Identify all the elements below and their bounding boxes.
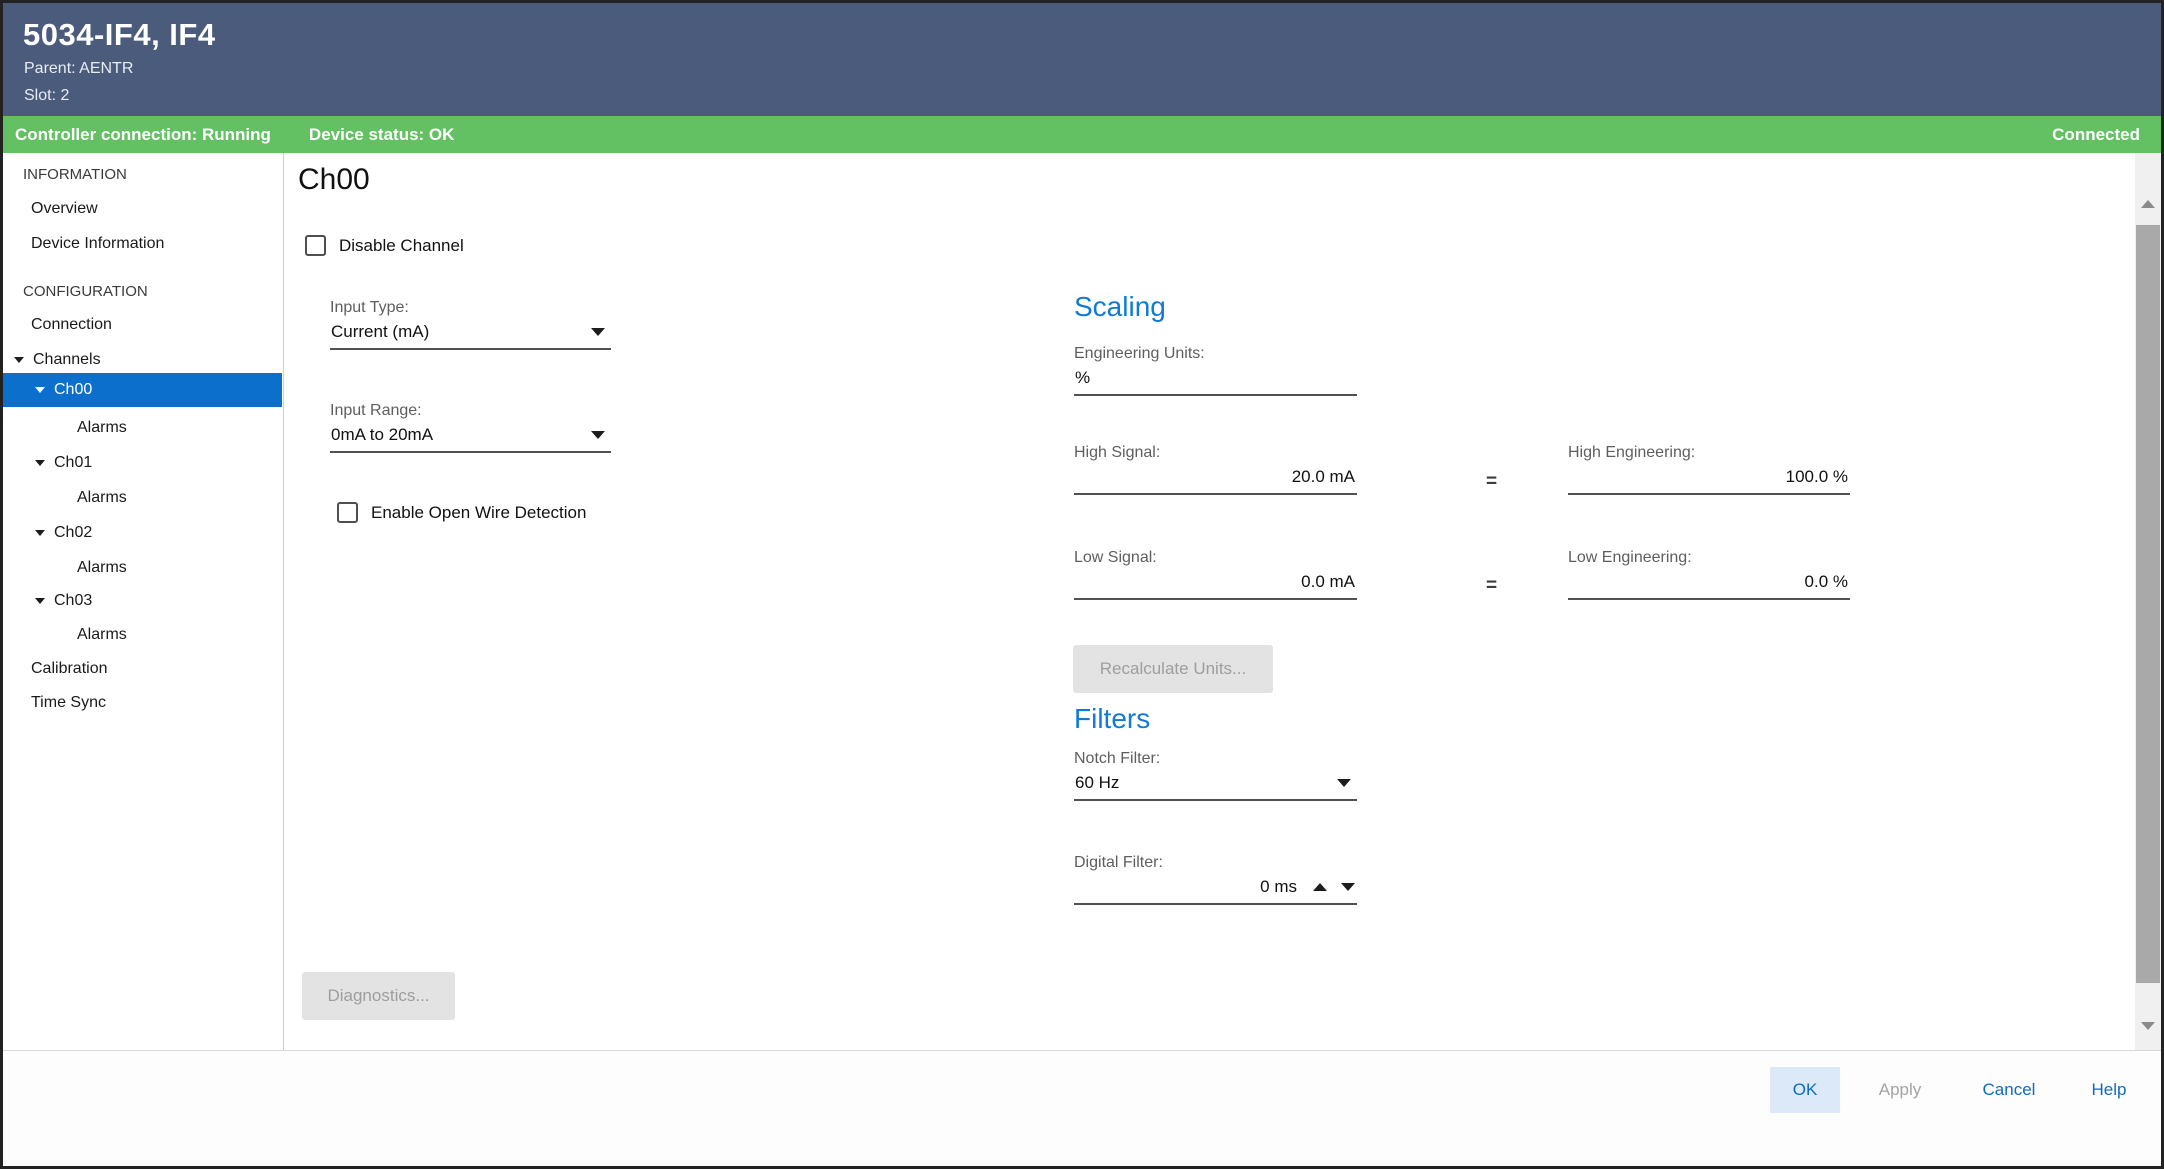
low-engineering-field: Low Engineering: 0.0 % — [1568, 549, 1850, 600]
high-signal-field: High Signal: 20.0 mA — [1074, 444, 1357, 495]
input-type-field: Input Type: Current (mA) — [330, 299, 611, 350]
sidebar-item-connection[interactable]: Connection — [3, 314, 282, 336]
vertical-scrollbar[interactable] — [2135, 153, 2161, 1050]
sidebar-item-ch03[interactable]: Ch03 — [3, 590, 282, 612]
open-wire-checkbox-row: Enable Open Wire Detection — [337, 502, 586, 523]
engineering-units-input[interactable]: % — [1074, 366, 1357, 396]
help-button[interactable]: Help — [2073, 1067, 2145, 1113]
sidebar-item-time-sync[interactable]: Time Sync — [3, 692, 282, 714]
chevron-down-icon — [1337, 779, 1351, 787]
disable-channel-checkbox-row: Disable Channel — [305, 235, 464, 256]
scroll-down-button[interactable] — [2135, 1013, 2161, 1039]
navigation-sidebar: INFORMATION Overview Device Information … — [3, 153, 284, 1050]
scaling-heading: Scaling — [1074, 291, 1166, 323]
sidebar-item-ch00-alarms[interactable]: Alarms — [3, 417, 282, 439]
low-engineering-input[interactable]: 0.0 % — [1568, 570, 1850, 600]
spinner-up-icon[interactable] — [1313, 883, 1327, 891]
chevron-down-icon[interactable] — [35, 598, 45, 604]
chevron-down-icon[interactable] — [35, 387, 45, 393]
diagnostics-button[interactable]: Diagnostics... — [302, 972, 455, 1020]
high-engineering-value: 100.0 % — [1786, 467, 1848, 487]
chevron-down-icon[interactable] — [14, 357, 24, 363]
connection-state: Connected — [2052, 125, 2140, 145]
chevron-down-icon[interactable] — [35, 530, 45, 536]
sidebar-item-device-information[interactable]: Device Information — [3, 233, 282, 255]
low-signal-value: 0.0 mA — [1301, 572, 1355, 592]
digital-filter-spinner — [1313, 883, 1355, 891]
digital-filter-input[interactable]: 0 ms — [1074, 875, 1357, 905]
cancel-button[interactable]: Cancel — [1965, 1067, 2053, 1113]
filters-heading: Filters — [1074, 703, 1150, 735]
equals-sign: = — [1486, 575, 1497, 597]
low-signal-field: Low Signal: 0.0 mA — [1074, 549, 1357, 600]
equals-sign: = — [1486, 471, 1497, 493]
chevron-down-icon[interactable] — [35, 460, 45, 466]
recalculate-units-button[interactable]: Recalculate Units... — [1073, 645, 1273, 693]
high-engineering-label: High Engineering: — [1568, 444, 1850, 462]
open-wire-checkbox[interactable] — [337, 502, 358, 523]
high-signal-label: High Signal: — [1074, 444, 1357, 462]
controller-connection-status: Controller connection: Running — [15, 125, 271, 145]
chevron-down-icon — [591, 328, 605, 336]
engineering-units-value: % — [1075, 368, 1090, 388]
sidebar-item-ch01-alarms[interactable]: Alarms — [3, 487, 282, 509]
high-signal-value: 20.0 mA — [1292, 467, 1355, 487]
notch-filter-select[interactable]: 60 Hz — [1074, 771, 1357, 801]
device-status: Device status: OK — [309, 125, 455, 145]
sidebar-item-overview[interactable]: Overview — [3, 198, 282, 220]
scrollbar-thumb[interactable] — [2136, 225, 2160, 983]
spinner-down-icon[interactable] — [1341, 883, 1355, 891]
sidebar-item-ch03-alarms[interactable]: Alarms — [3, 624, 282, 646]
input-type-value: Current (mA) — [331, 322, 429, 342]
digital-filter-field: Digital Filter: 0 ms — [1074, 854, 1357, 905]
engineering-units-label: Engineering Units: — [1074, 345, 1357, 363]
sidebar-item-calibration[interactable]: Calibration — [3, 658, 282, 680]
ok-button[interactable]: OK — [1770, 1067, 1840, 1113]
low-engineering-label: Low Engineering: — [1568, 549, 1850, 567]
engineering-units-field: Engineering Units: % — [1074, 345, 1357, 396]
sidebar-section-configuration: CONFIGURATION — [3, 280, 282, 302]
input-type-label: Input Type: — [330, 299, 611, 317]
apply-button[interactable]: Apply — [1856, 1067, 1944, 1113]
high-signal-input[interactable]: 20.0 mA — [1074, 465, 1357, 495]
input-range-label: Input Range: — [330, 402, 611, 420]
disable-channel-checkbox[interactable] — [305, 235, 326, 256]
module-properties-window: 5034-IF4, IF4 Parent: AENTR Slot: 2 Cont… — [0, 0, 2164, 1169]
high-engineering-field: High Engineering: 100.0 % — [1568, 444, 1850, 495]
status-bar: Controller connection: Running Device st… — [3, 116, 2161, 153]
notch-filter-value: 60 Hz — [1075, 773, 1119, 793]
high-engineering-input[interactable]: 100.0 % — [1568, 465, 1850, 495]
window-header: 5034-IF4, IF4 Parent: AENTR Slot: 2 — [3, 3, 2161, 116]
input-type-select[interactable]: Current (mA) — [330, 320, 611, 350]
digital-filter-value: 0 ms — [1260, 877, 1297, 897]
notch-filter-label: Notch Filter: — [1074, 750, 1357, 768]
digital-filter-label: Digital Filter: — [1074, 854, 1357, 872]
sidebar-item-ch02[interactable]: Ch02 — [3, 522, 282, 544]
notch-filter-field: Notch Filter: 60 Hz — [1074, 750, 1357, 801]
module-title: 5034-IF4, IF4 — [23, 17, 216, 53]
low-signal-input[interactable]: 0.0 mA — [1074, 570, 1357, 600]
input-range-select[interactable]: 0mA to 20mA — [330, 423, 611, 453]
sidebar-item-ch01[interactable]: Ch01 — [3, 452, 282, 474]
low-engineering-value: 0.0 % — [1805, 572, 1848, 592]
input-range-field: Input Range: 0mA to 20mA — [330, 402, 611, 453]
low-signal-label: Low Signal: — [1074, 549, 1357, 567]
sidebar-item-ch00[interactable]: Ch00 — [3, 373, 282, 407]
parent-label: Parent: AENTR — [24, 60, 133, 78]
input-range-value: 0mA to 20mA — [331, 425, 433, 445]
dialog-footer: OK Apply Cancel Help — [3, 1050, 2161, 1166]
sidebar-section-information: INFORMATION — [3, 163, 282, 185]
sidebar-item-channels[interactable]: Channels — [3, 349, 282, 371]
disable-channel-label: Disable Channel — [339, 236, 464, 256]
scroll-up-button[interactable] — [2135, 191, 2161, 217]
slot-label: Slot: 2 — [24, 87, 69, 105]
open-wire-label: Enable Open Wire Detection — [371, 503, 586, 523]
scroll-down-icon — [2141, 1022, 2155, 1030]
chevron-down-icon — [591, 431, 605, 439]
page-title: Ch00 — [298, 163, 370, 197]
sidebar-item-ch02-alarms[interactable]: Alarms — [3, 557, 282, 579]
scroll-up-icon — [2141, 200, 2155, 208]
